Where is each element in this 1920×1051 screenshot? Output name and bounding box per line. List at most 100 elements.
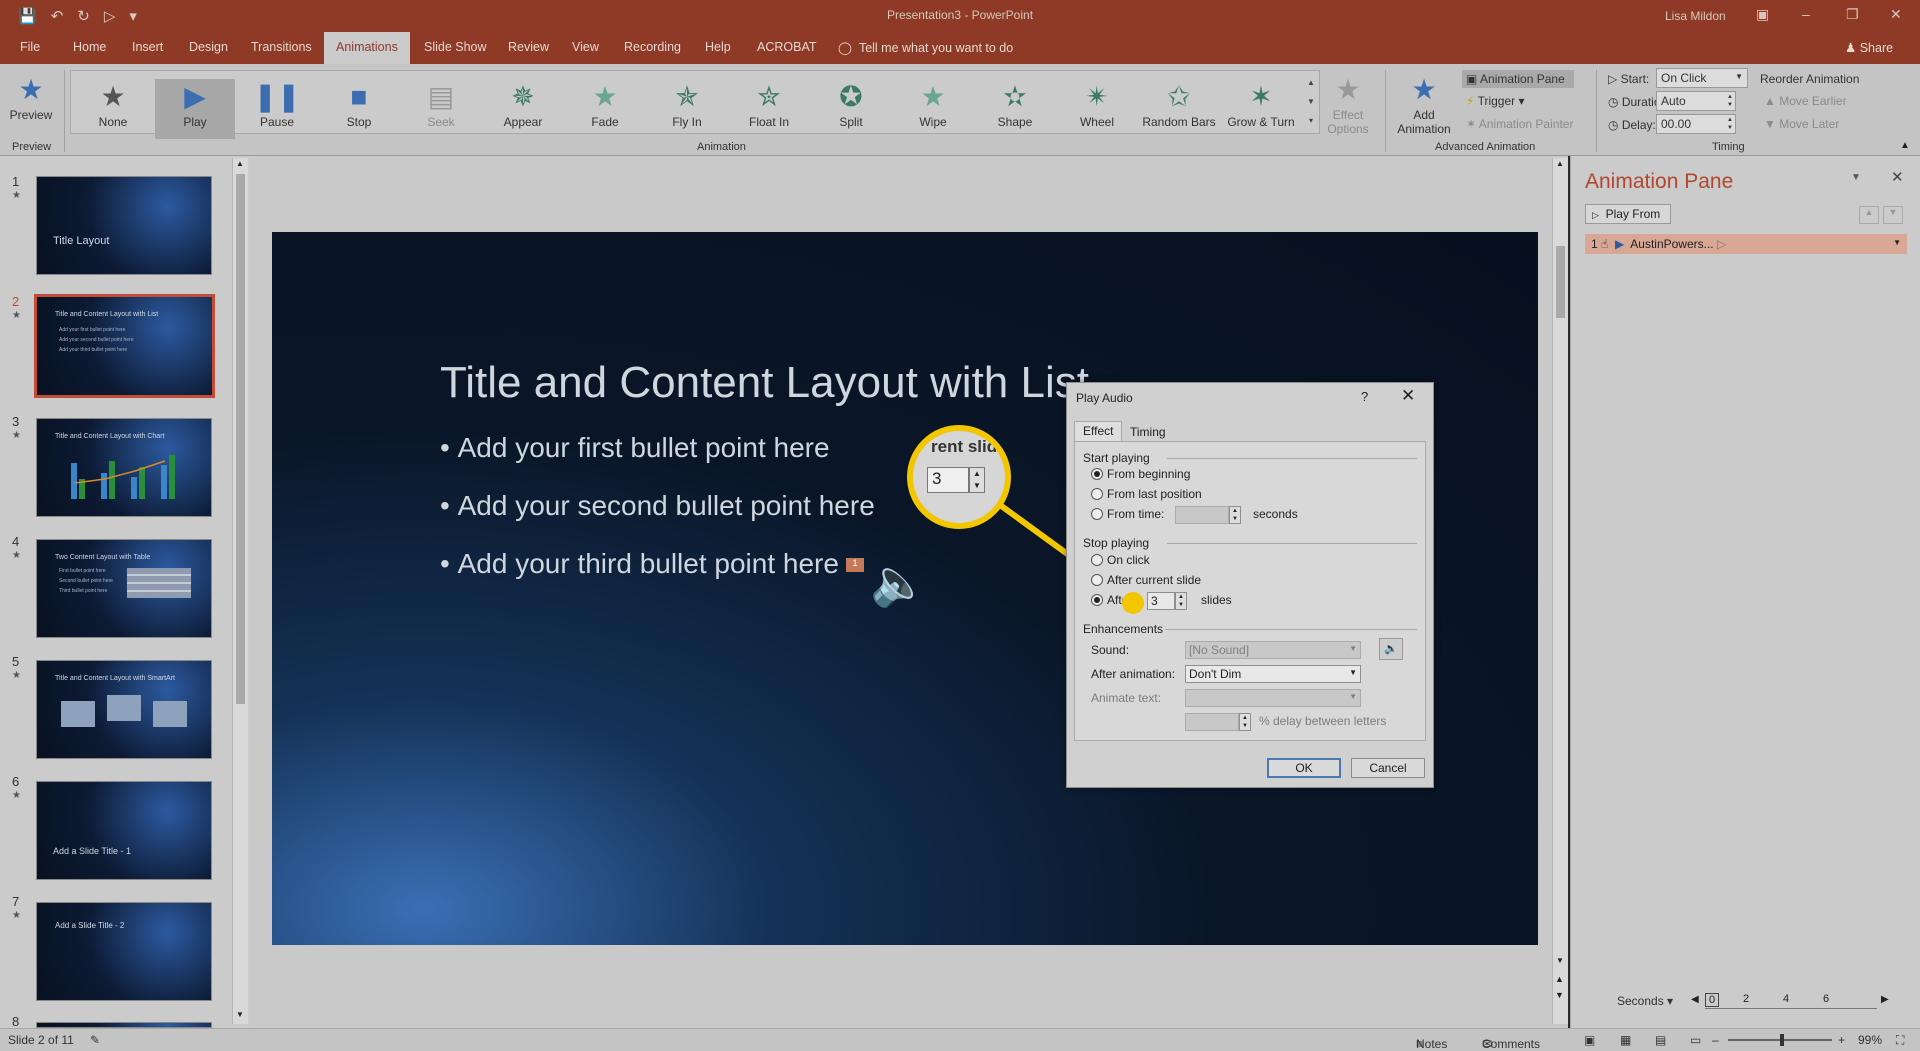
zoom-level[interactable]: 99% bbox=[1858, 1033, 1882, 1047]
duration-input[interactable]: Auto ▲ ▼ bbox=[1656, 91, 1736, 111]
tab-design[interactable]: Design bbox=[189, 40, 228, 54]
slide-bullet-3[interactable]: • Add your third bullet point here bbox=[440, 548, 839, 580]
after-animation-dropdown[interactable]: Don't Dim ▼ bbox=[1185, 665, 1361, 683]
anim-stop[interactable]: ■ Stop bbox=[319, 79, 399, 139]
minimize-icon[interactable]: – bbox=[1802, 6, 1810, 22]
chevron-down-icon[interactable]: ▼ bbox=[1893, 238, 1901, 247]
ok-button[interactable]: OK bbox=[1267, 758, 1341, 778]
animation-list-item[interactable]: 1 ☝ ▶ AustinPowers... ▷ ▼ bbox=[1585, 234, 1907, 254]
after-slides-radio[interactable] bbox=[1091, 594, 1103, 606]
anim-wheel[interactable]: ✴ Wheel bbox=[1057, 79, 1137, 139]
anim-grow-turn[interactable]: ✶ Grow & Turn bbox=[1221, 79, 1301, 139]
after-slides-input[interactable]: 3 bbox=[1147, 592, 1175, 610]
tab-animations[interactable]: Animations bbox=[324, 32, 410, 64]
help-icon[interactable]: ? bbox=[1361, 389, 1368, 404]
close-pane-icon[interactable]: ✕ bbox=[1891, 168, 1904, 186]
anim-play[interactable]: ▶ Play bbox=[155, 79, 235, 139]
slide-thumbnail-2[interactable]: Title and Content Layout with List Add y… bbox=[34, 294, 215, 398]
on-click-radio[interactable] bbox=[1091, 554, 1103, 566]
anim-appear[interactable]: ✵ Appear bbox=[483, 79, 563, 139]
close-icon[interactable]: ✕ bbox=[1401, 386, 1415, 406]
cancel-button[interactable]: Cancel bbox=[1351, 758, 1425, 778]
zoom-slider[interactable] bbox=[1728, 1034, 1832, 1046]
scrollbar-thumb[interactable] bbox=[236, 174, 245, 704]
scroll-up-icon[interactable]: ▲ bbox=[1556, 159, 1564, 168]
slide-thumbnail-6[interactable]: Add a Slide Title - 1 bbox=[36, 781, 212, 880]
previous-slide-icon[interactable]: ▲ bbox=[1555, 974, 1564, 984]
slide-sorter-icon[interactable]: ▦ bbox=[1620, 1033, 1631, 1047]
tab-slide-show[interactable]: Slide Show bbox=[424, 40, 487, 54]
anim-random-bars[interactable]: ✩ Random Bars bbox=[1139, 79, 1219, 139]
anim-wipe[interactable]: ★ Wipe bbox=[893, 79, 973, 139]
tab-review[interactable]: Review bbox=[508, 40, 549, 54]
scroll-down-icon[interactable]: ▼ bbox=[236, 1010, 244, 1019]
tab-transitions[interactable]: Transitions bbox=[251, 40, 312, 54]
preview-button[interactable]: ★ Preview bbox=[0, 72, 62, 132]
close-window-icon[interactable]: ✕ bbox=[1890, 6, 1902, 23]
trigger-button[interactable]: ⚡ Trigger ▾ bbox=[1466, 94, 1525, 108]
next-slide-icon[interactable]: ▼ bbox=[1555, 990, 1564, 1000]
anim-none[interactable]: ★ None bbox=[73, 79, 153, 139]
slide-thumbnail-3[interactable]: Title and Content Layout with Chart bbox=[36, 418, 212, 517]
scroll-up-icon[interactable]: ▲ bbox=[236, 159, 244, 168]
from-last-radio[interactable] bbox=[1091, 488, 1103, 500]
speaker-icon[interactable]: 🔈 bbox=[870, 555, 927, 610]
from-beginning-radio[interactable] bbox=[1091, 468, 1103, 480]
zoom-thumb[interactable] bbox=[1780, 1034, 1784, 1046]
tab-timing[interactable]: Timing bbox=[1122, 423, 1174, 443]
after-current-slide-radio[interactable] bbox=[1091, 574, 1103, 586]
add-animation-button[interactable]: ★ Add Animation bbox=[1384, 72, 1464, 136]
start-label-row: ▷ Start: bbox=[1608, 72, 1649, 86]
thumbnail-scrollbar[interactable]: ▲ ▼ bbox=[232, 158, 248, 1024]
anim-fly-in[interactable]: ✯ Fly In bbox=[647, 79, 727, 139]
tell-me-search[interactable]: ◯ Tell me what you want to do bbox=[838, 40, 1013, 55]
scroll-left-icon[interactable]: ◀ bbox=[1691, 994, 1699, 1005]
tab-recording[interactable]: Recording bbox=[624, 40, 681, 54]
anim-fade[interactable]: ★ Fade bbox=[565, 79, 645, 139]
tab-acrobat[interactable]: ACROBAT bbox=[757, 40, 817, 54]
slide-bullet-1[interactable]: • Add your first bullet point here bbox=[440, 432, 830, 464]
tab-file[interactable]: File bbox=[20, 40, 40, 54]
ribbon-display-icon[interactable]: ▣ bbox=[1756, 6, 1769, 23]
fit-to-window-icon[interactable]: ⛶ bbox=[1896, 1033, 1904, 1048]
spinner-icon[interactable]: ▲ ▼ bbox=[1727, 116, 1733, 132]
anim-float-in[interactable]: ✮ Float In bbox=[729, 79, 809, 139]
editor-scrollbar[interactable]: ▲ ▼ ▲ ▼ bbox=[1552, 158, 1568, 1024]
play-from-button[interactable]: ▷ Play From bbox=[1585, 204, 1671, 224]
spinner-icon[interactable]: ▲ ▼ bbox=[1727, 93, 1733, 109]
seconds-dropdown[interactable]: Seconds ▾ bbox=[1617, 994, 1673, 1008]
tab-view[interactable]: View bbox=[572, 40, 599, 54]
reading-view-icon[interactable]: ▤ bbox=[1655, 1033, 1666, 1047]
slide-thumbnail-5[interactable]: Title and Content Layout with SmartArt bbox=[36, 660, 212, 759]
anim-shape[interactable]: ✫ Shape bbox=[975, 79, 1055, 139]
scroll-right-icon[interactable]: ▶ bbox=[1881, 994, 1889, 1005]
slide-title[interactable]: Title and Content Layout with List bbox=[440, 358, 1089, 408]
spinner-icon[interactable]: ▲ ▼ bbox=[1175, 592, 1187, 610]
scrollbar-thumb[interactable] bbox=[1556, 246, 1565, 318]
start-dropdown[interactable]: On Click ▼ bbox=[1656, 68, 1748, 88]
tab-effect[interactable]: Effect bbox=[1074, 421, 1123, 441]
slide-thumbnail-7[interactable]: Add a Slide Title - 2 bbox=[36, 902, 212, 1001]
from-time-radio[interactable] bbox=[1091, 508, 1103, 520]
anim-split[interactable]: ✪ Split bbox=[811, 79, 891, 139]
pane-options-icon[interactable]: ▼ bbox=[1851, 172, 1861, 183]
delay-input[interactable]: 00.00 ▲ ▼ bbox=[1656, 114, 1736, 134]
collapse-ribbon-icon[interactable]: ▲ bbox=[1900, 140, 1910, 151]
user-name[interactable]: Lisa Mildon bbox=[1665, 9, 1726, 23]
tab-home[interactable]: Home bbox=[73, 40, 106, 54]
share-button[interactable]: ♟ Share bbox=[1845, 40, 1893, 55]
slide-thumbnail-4[interactable]: Two Content Layout with Table First bull… bbox=[36, 539, 212, 638]
scroll-down-icon[interactable]: ▼ bbox=[1556, 956, 1564, 965]
tab-help[interactable]: Help bbox=[705, 40, 731, 54]
zoom-in-icon[interactable]: + bbox=[1838, 1033, 1845, 1047]
animation-pane-toggle[interactable]: ▣ Animation Pane bbox=[1462, 70, 1574, 88]
slideshow-view-icon[interactable]: ▭ bbox=[1690, 1033, 1701, 1047]
slide-thumbnail-1[interactable]: Title Layout bbox=[36, 176, 212, 275]
slide-bullet-2[interactable]: • Add your second bullet point here bbox=[440, 490, 875, 522]
zoom-out-icon[interactable]: – bbox=[1712, 1033, 1719, 1047]
tab-insert[interactable]: Insert bbox=[132, 40, 163, 54]
restore-icon[interactable]: ❐ bbox=[1846, 6, 1859, 23]
normal-view-icon[interactable]: ▣ bbox=[1584, 1033, 1595, 1047]
anim-pause[interactable]: ❚❚ Pause bbox=[237, 79, 317, 139]
spellcheck-icon[interactable]: ✎ bbox=[90, 1033, 100, 1047]
